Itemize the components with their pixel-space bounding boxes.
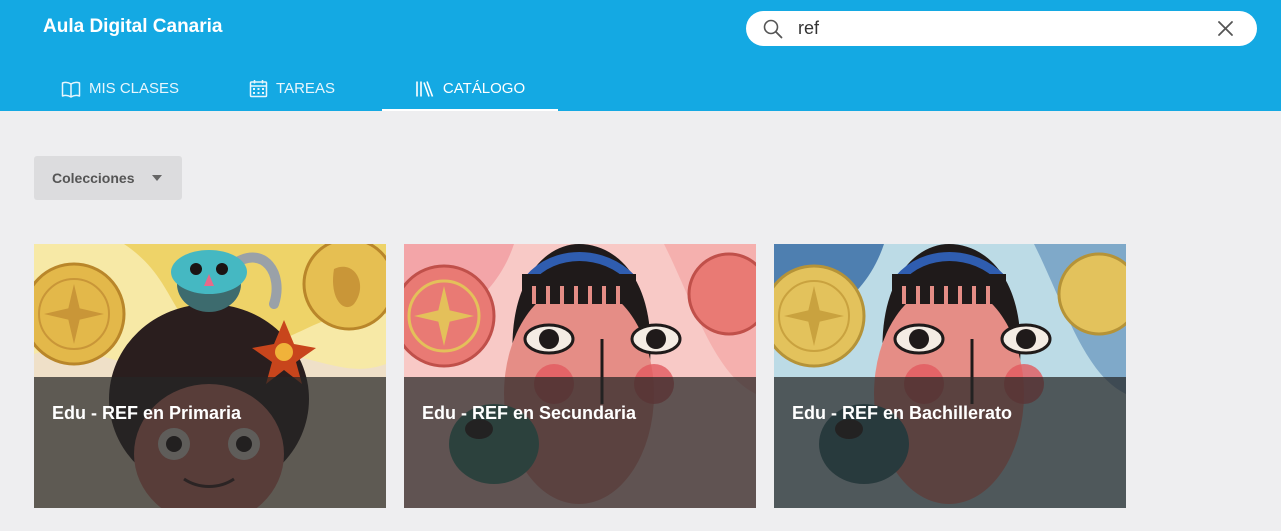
tab-catalogo[interactable]: CATÁLOGO xyxy=(382,66,558,111)
collection-card-bachillerato[interactable]: Edu - REF en Bachillerato xyxy=(774,244,1126,508)
collection-card-primaria[interactable]: Edu - REF en Primaria xyxy=(34,244,386,508)
card-overlay xyxy=(774,377,1126,508)
book-open-icon xyxy=(61,81,81,98)
tab-tareas-label: TAREAS xyxy=(276,80,335,97)
collection-card-secundaria[interactable]: Edu - REF en Secundaria xyxy=(404,244,756,508)
caret-down-icon xyxy=(152,175,162,181)
library-icon xyxy=(416,80,434,97)
collections-label: Colecciones xyxy=(52,170,135,186)
close-icon[interactable] xyxy=(1217,20,1234,37)
main-tabs: MIS CLASES TAREAS CATÁLOGO xyxy=(0,66,1281,111)
card-title: Edu - REF en Secundaria xyxy=(422,403,637,423)
card-overlay xyxy=(34,377,386,508)
search-input[interactable] xyxy=(798,17,1198,40)
top-app-bar: Aula Digital Canaria MIS CLASES xyxy=(0,0,1281,111)
card-overlay xyxy=(404,377,756,508)
tab-catalogo-label: CATÁLOGO xyxy=(442,80,526,97)
tab-mis-clases[interactable]: MIS CLASES xyxy=(40,66,200,111)
collections-dropdown[interactable]: Colecciones xyxy=(34,156,182,200)
search-bar[interactable] xyxy=(746,11,1257,46)
tab-tareas[interactable]: TAREAS xyxy=(212,66,372,111)
search-icon xyxy=(763,19,783,39)
app-title[interactable]: Aula Digital Canaria xyxy=(43,15,223,39)
card-title: Edu - REF en Bachillerato xyxy=(792,403,1013,423)
card-title: Edu - REF en Primaria xyxy=(52,403,242,423)
tab-mis-clases-label: MIS CLASES xyxy=(88,80,180,97)
calendar-icon xyxy=(249,80,268,98)
